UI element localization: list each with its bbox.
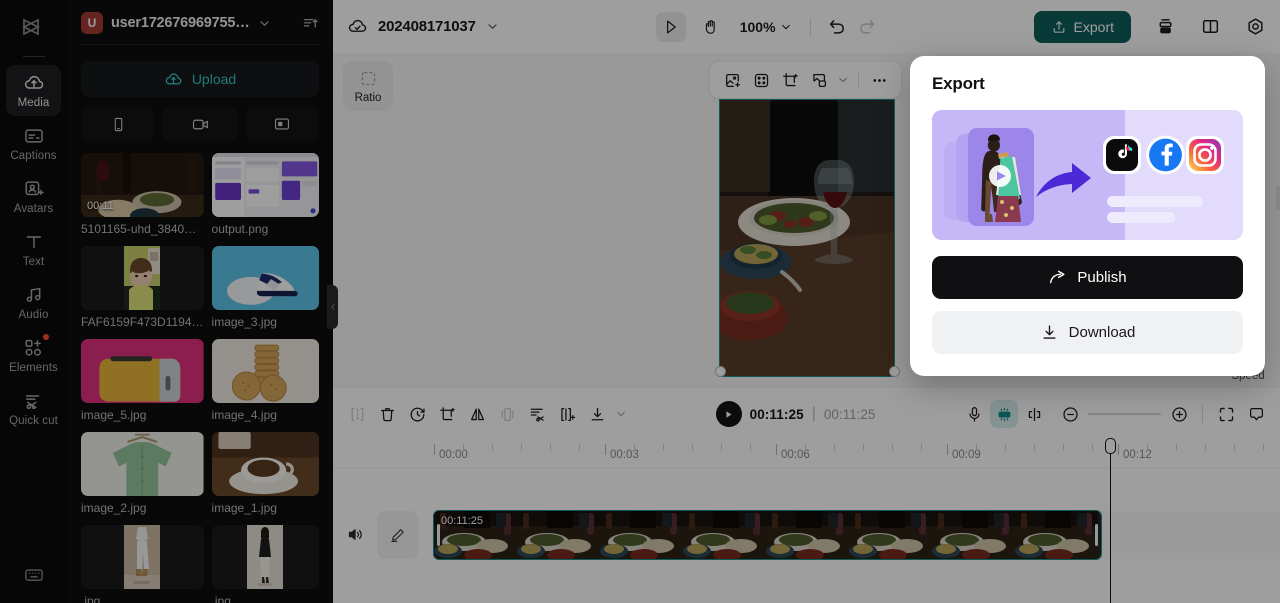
download-button[interactable]: Download: [932, 311, 1243, 354]
export-panel: Export Publish Download: [910, 56, 1265, 376]
right-panel-edge-tab[interactable]: [1276, 185, 1280, 211]
publish-label: Publish: [1077, 269, 1127, 286]
share-arrow-icon: [1048, 268, 1067, 287]
download-arrow-icon: [1040, 323, 1059, 342]
export-banner-illustration: [932, 110, 1243, 240]
download-label: Download: [1068, 324, 1136, 341]
publish-button[interactable]: Publish: [932, 256, 1243, 299]
export-panel-title: Export: [932, 74, 985, 93]
capcut-editor-window: Media Captions Avatars Text Audio Elemen…: [0, 0, 1280, 603]
